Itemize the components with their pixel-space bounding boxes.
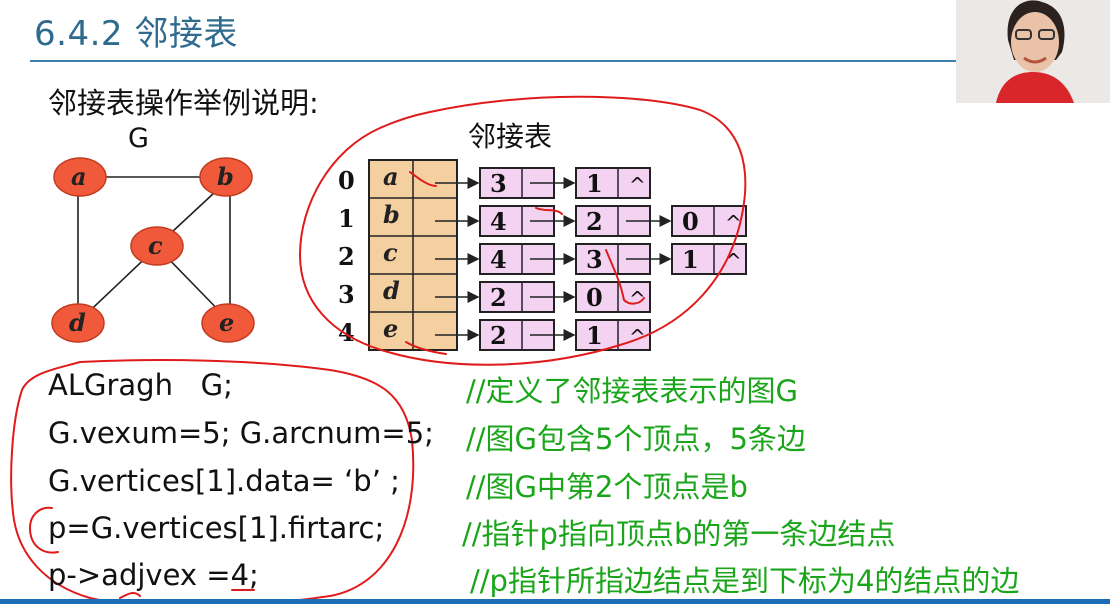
row-index: 1: [338, 204, 355, 233]
vertex-label-a: a: [71, 162, 87, 191]
comment-line-3: //图G中第2个顶点是b: [466, 470, 748, 504]
null-pointer-symbol: ^: [725, 249, 742, 273]
row-vertex: c: [383, 238, 398, 267]
comment-line-4: //指针p指向顶点b的第一条边结点: [462, 517, 896, 551]
code-line-2: G.vexum=5; G.arcnum=5;: [48, 416, 434, 450]
edge-node-adjvex: 1: [586, 321, 603, 350]
edge-node-adjvex: 4: [490, 245, 507, 274]
vertex-label-d: d: [69, 308, 86, 337]
row-vertex: d: [383, 276, 400, 305]
edge-node-adjvex: 0: [682, 207, 699, 236]
comment-line-5: //p指针所指边结点是到下标为4的结点的边: [470, 564, 1020, 598]
vertex-b: b: [199, 157, 253, 197]
row-vertex: b: [383, 200, 400, 229]
code-line-1: ALGragh G;: [48, 368, 233, 402]
code-line-5: p->adjvex =4;: [48, 558, 259, 592]
vertex-d: d: [51, 303, 105, 343]
edge-node-adjvex: 1: [682, 245, 699, 274]
edge-node-adjvex: 2: [490, 283, 507, 312]
code-line-4: p=G.vertices[1].firtarc;: [48, 511, 385, 545]
graph-vertices: a b c d e: [51, 157, 255, 343]
edge-node-adjvex: 3: [586, 245, 603, 274]
null-pointer-symbol: ^: [629, 173, 646, 197]
slide-bottom-bar: [0, 599, 1110, 604]
edge-node-adjvex: 4: [490, 207, 507, 236]
vertex-c: c: [130, 226, 184, 266]
row-vertex: a: [383, 162, 399, 191]
edge-node-adjvex: 2: [586, 207, 603, 236]
vertex-label-c: c: [148, 231, 163, 260]
annotation-tick: [119, 591, 141, 599]
vertex-label-b: b: [217, 162, 234, 191]
comment-line-1: //定义了邻接表表示的图G: [466, 374, 799, 408]
row-index: 3: [338, 280, 355, 309]
edge-node-adjvex: 3: [490, 169, 507, 198]
edge-node-adjvex: 1: [586, 169, 603, 198]
edge-node-adjvex: 0: [586, 283, 603, 312]
adjacency-list-diagram: 0 a 3 1 ^1 b 4 2 0 ^2 c 4 3 1 ^3 d 2 0 ^4 e 2 1 ^: [338, 159, 747, 351]
vertex-label-e: e: [219, 308, 234, 337]
edge-node-adjvex: 2: [490, 321, 507, 350]
vertex-a: a: [53, 157, 107, 197]
code-line-3: G.vertices[1].data= ‘b’ ;: [48, 464, 400, 498]
row-index: 0: [338, 166, 355, 195]
row-index: 4: [338, 318, 355, 347]
row-index: 2: [338, 242, 355, 271]
row-vertex: e: [383, 314, 398, 343]
comment-line-2: //图G包含5个顶点，5条边: [466, 422, 806, 456]
vertex-e: e: [201, 303, 255, 343]
